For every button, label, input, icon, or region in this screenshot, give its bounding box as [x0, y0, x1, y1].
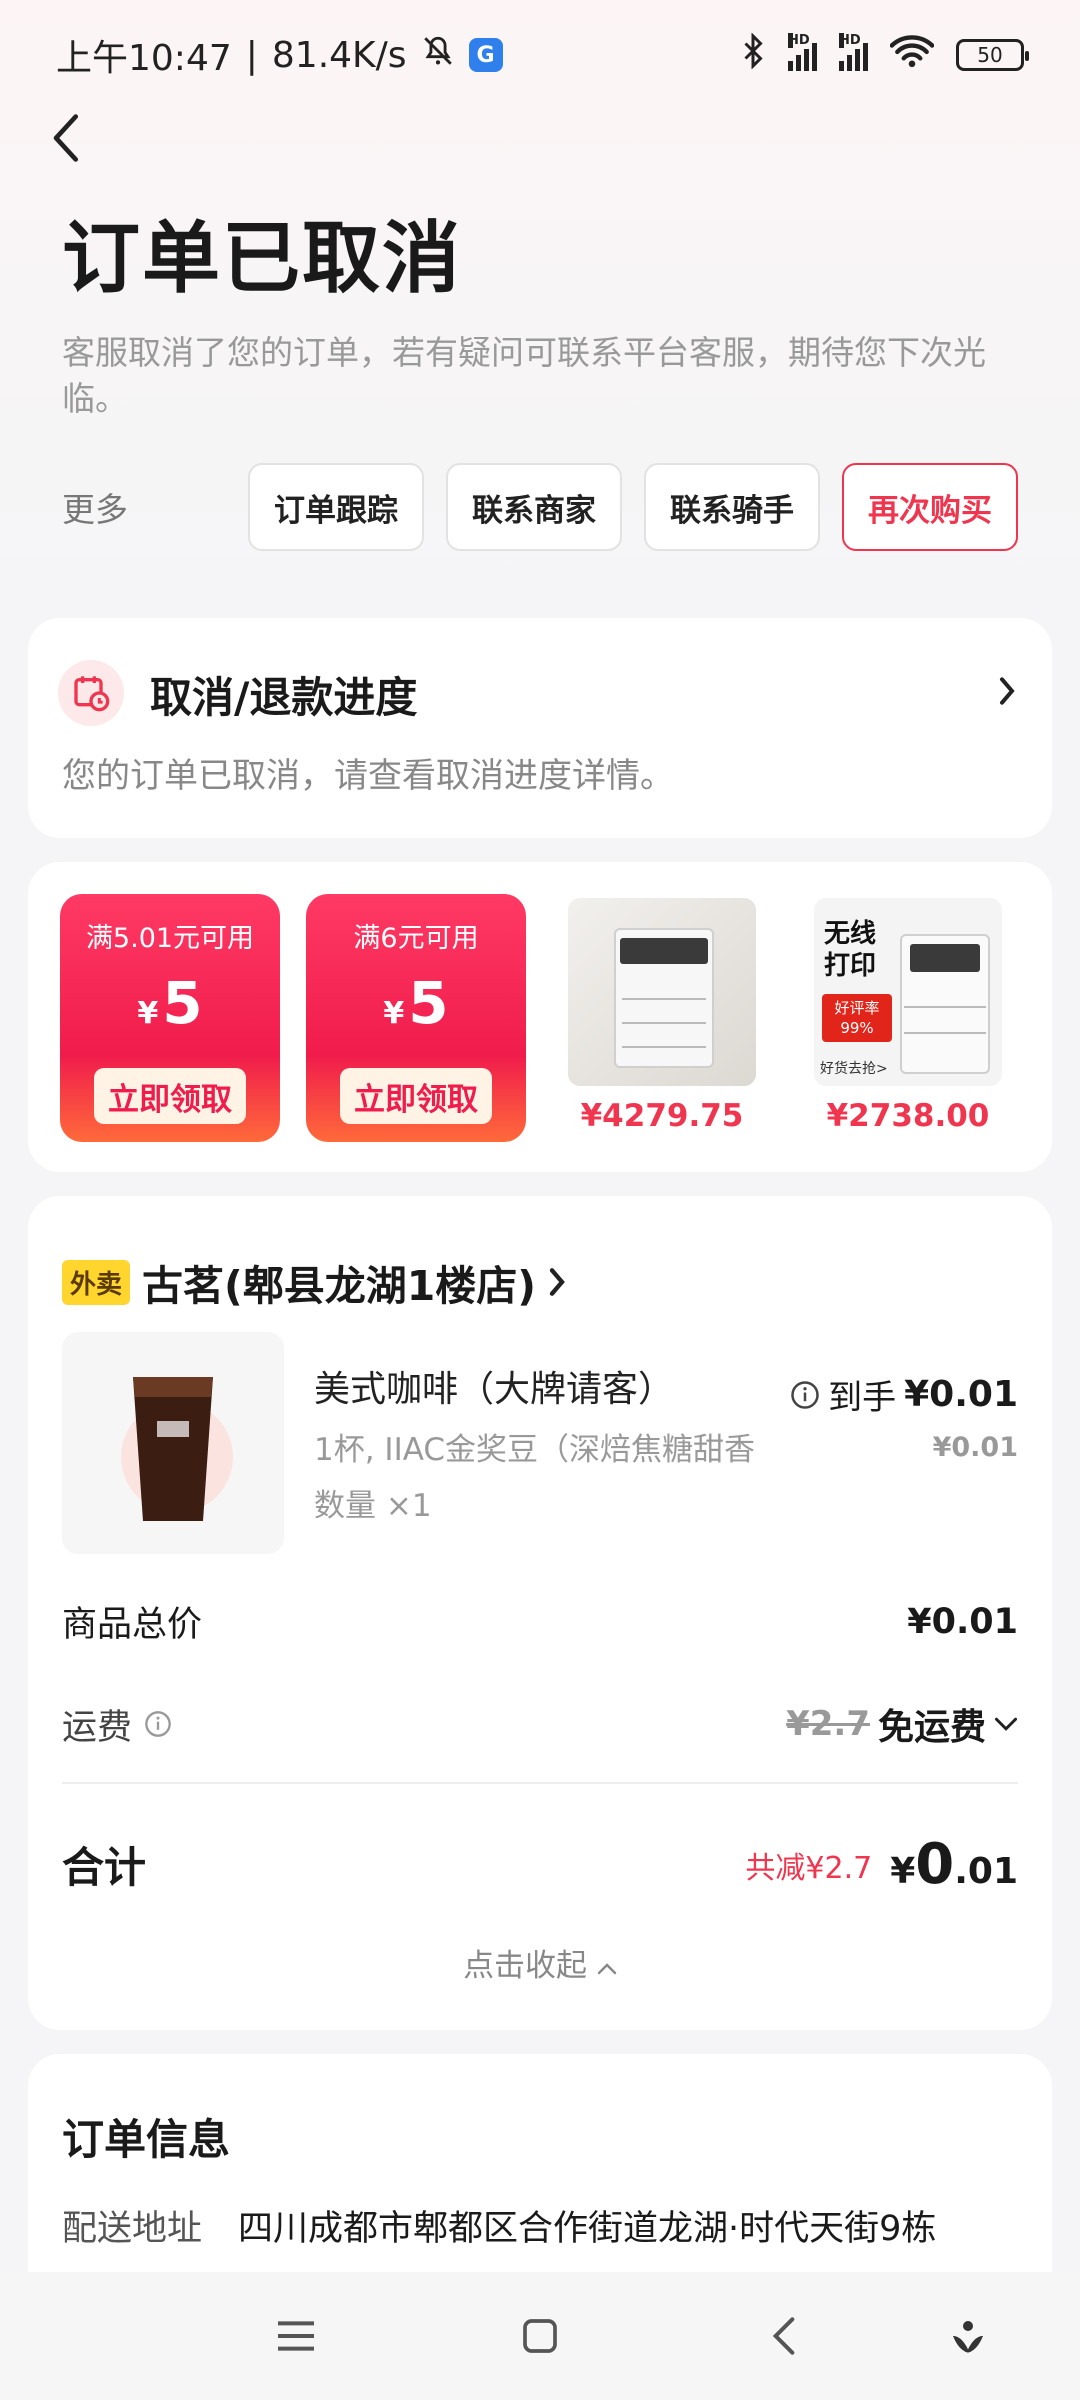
product-price: ¥4279.75 [580, 1098, 744, 1134]
address-label: 配送地址 [62, 2209, 203, 2249]
info-icon[interactable] [144, 1710, 172, 1738]
divider [62, 1782, 1018, 1784]
product-card[interactable]: 无线打印 好评率 99% 好货去抢> ¥2738.00 [814, 898, 1002, 1134]
product-image [62, 1332, 284, 1554]
more-label[interactable]: 更多 [62, 483, 128, 531]
total-row: 合计 共减¥2.7 ¥0.01 [62, 1832, 1018, 1897]
chevron-up-icon [597, 1963, 617, 1975]
product-card[interactable]: ¥4279.75 [568, 898, 756, 1134]
free-delivery-label: 免运费 [877, 1707, 986, 1748]
page-title: 订单已取消 [62, 214, 463, 304]
claim-coupon-button[interactable]: 立即领取 [340, 1068, 492, 1124]
refund-title: 取消/退款进度 [150, 673, 418, 722]
buy-again-button[interactable]: 再次购买 [842, 463, 1018, 551]
order-status-header: 订单已取消 客服取消了您的订单，若有疑问可联系平台客服，期待您下次光临。 更多 … [28, 0, 1052, 594]
home-icon[interactable] [516, 2312, 564, 2360]
total-discount: 共减¥2.7 [745, 1850, 873, 1886]
item-spec[interactable]: 1杯, IIAC金奖豆（深焙焦糖甜香 [314, 1424, 834, 1469]
delivery-original-fee: ¥2.7 [786, 1704, 870, 1744]
coupon-condition: 满6元可用 [353, 923, 479, 954]
system-nav-bar [0, 2272, 1080, 2400]
action-row: 更多 订单跟踪 联系商家 联系骑手 再次购买 [62, 462, 1018, 552]
item-price: ¥0.01 [932, 1432, 1018, 1463]
store-name: 古茗(郫县龙湖1楼店) [142, 1262, 537, 1310]
back-nav-icon[interactable] [760, 2312, 808, 2360]
overlay-cta: 好货去抢> [820, 1061, 888, 1077]
info-icon[interactable] [790, 1380, 820, 1410]
item-net-price: 到手 ¥0.01 [790, 1370, 1018, 1419]
coupon[interactable]: 满5.01元可用 ¥5 立即领取 [60, 894, 280, 1142]
rating-badge: 好评率 99% [822, 994, 892, 1042]
contact-rider-button[interactable]: 联系骑手 [644, 463, 820, 551]
claim-coupon-button[interactable]: 立即领取 [94, 1068, 246, 1124]
address-value: 四川成都市郫都区合作街道龙湖·时代天街9栋 [238, 2209, 937, 2249]
overlay-title: 无线打印 [824, 919, 877, 981]
coupon-amount: ¥5 [383, 969, 449, 1037]
delivery-tag: 外卖 [62, 1259, 131, 1305]
delivery-fee-toggle[interactable]: ¥2.7 免运费 [786, 1698, 1018, 1750]
contact-merchant-button[interactable]: 联系商家 [446, 463, 622, 551]
assistant-icon[interactable] [944, 2312, 992, 2360]
printer-image: 无线打印 好评率 99% 好货去抢> [814, 898, 1002, 1086]
total-amount: ¥0.01 [890, 1832, 1018, 1897]
item-quantity: 数量 ×1 [314, 1488, 432, 1524]
status-description: 客服取消了您的订单，若有疑问可联系平台客服，期待您下次光临。 [62, 333, 986, 418]
collapse-toggle[interactable]: 点击收起 [28, 1940, 1052, 1985]
promo-card: 满5.01元可用 ¥5 立即领取 满6元可用 ¥5 立即领取 ¥4279.75 … [28, 862, 1052, 1172]
subtotal-row: 商品总价 ¥0.01 [62, 1601, 1018, 1646]
calendar-clock-icon [58, 660, 124, 726]
item-name: 美式咖啡（大牌请客） [314, 1369, 675, 1410]
delivery-fee-row: 运费 ¥2.7 免运费 [62, 1698, 1018, 1750]
coupon[interactable]: 满6元可用 ¥5 立即领取 [306, 894, 526, 1142]
coupon-amount: ¥5 [137, 969, 203, 1037]
menu-icon[interactable] [272, 2312, 320, 2360]
store-link[interactable]: 外卖 古茗(郫县龙湖1楼店) [62, 1252, 566, 1312]
refund-progress-card[interactable]: 取消/退款进度 您的订单已取消，请查看取消进度详情。 [28, 618, 1052, 838]
track-order-button[interactable]: 订单跟踪 [248, 463, 424, 551]
order-info-title: 订单信息 [62, 2115, 231, 2164]
subtotal-value: ¥0.01 [907, 1601, 1018, 1642]
chevron-right-icon [998, 676, 1016, 710]
coupon-condition: 满5.01元可用 [85, 923, 255, 954]
product-price: ¥2738.00 [826, 1098, 990, 1134]
refund-description: 您的订单已取消，请查看取消进度详情。 [62, 756, 674, 796]
order-detail-card: 外卖 古茗(郫县龙湖1楼店) 美式咖啡（大牌请客） 1杯, IIAC金奖豆（深焙… [28, 1196, 1052, 2030]
chevron-down-icon [994, 1717, 1018, 1731]
address-row: 配送地址 四川成都市郫都区合作街道龙湖·时代天街9栋 [62, 2200, 936, 2251]
chevron-right-icon [549, 1268, 565, 1296]
printer-image [568, 898, 756, 1086]
